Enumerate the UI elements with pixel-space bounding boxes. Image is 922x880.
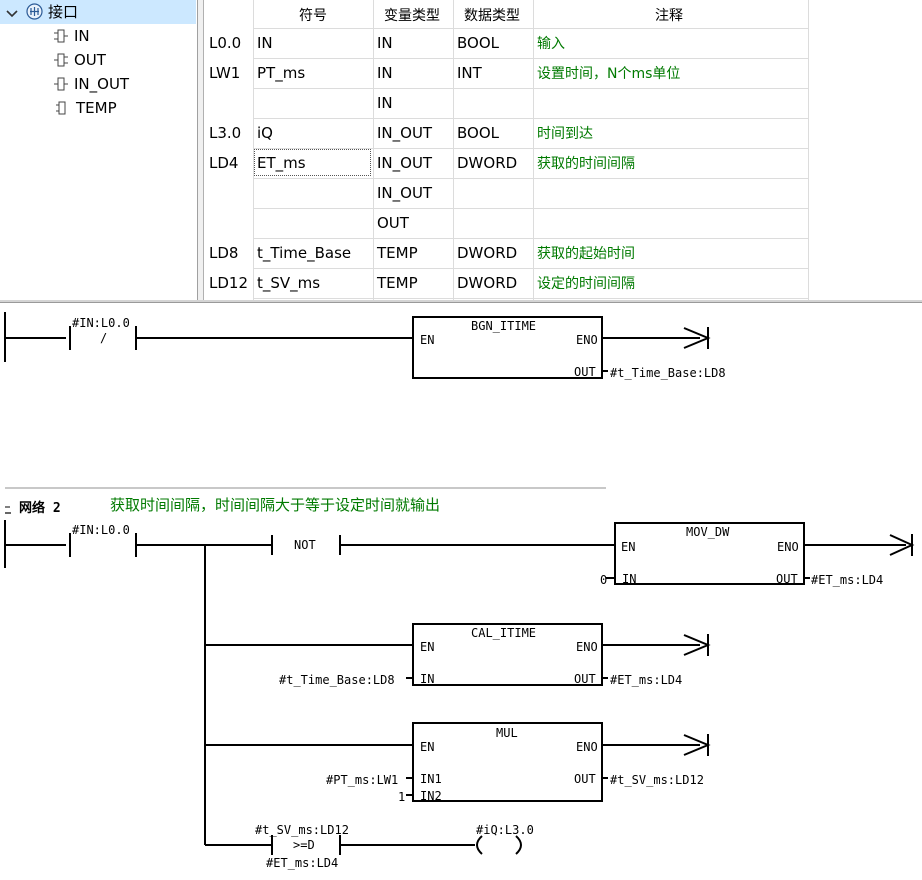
- bgn-itime-eno: ENO: [576, 333, 598, 347]
- bgn-itime-out: OUT: [574, 365, 596, 379]
- mov-dw-en: EN: [621, 540, 636, 554]
- mov-dw-eno: ENO: [777, 540, 799, 554]
- network-2-comment[interactable]: 获取时间间隔，时间间隔大于等于设定时间就输出: [110, 494, 440, 515]
- bgn-itime-en: EN: [420, 333, 435, 347]
- bgn-itime-out-label[interactable]: #t_Time_Base:LD8: [610, 366, 726, 380]
- mul-in1-label[interactable]: #PT_ms:LW1: [326, 773, 398, 787]
- n1-contact-not-mark: /: [100, 331, 108, 345]
- mov-dw-title: MOV_DW: [686, 525, 730, 539]
- mul-eno: ENO: [576, 740, 598, 754]
- n1-contact-label[interactable]: #IN:L0.0: [72, 316, 130, 330]
- mul-out-label[interactable]: #t_SV_ms:LD12: [610, 773, 704, 787]
- collapse-icon[interactable]: [4, 500, 12, 519]
- compare-top-label[interactable]: #t_SV_ms:LD12: [255, 823, 349, 837]
- mov-dw-out: OUT: [776, 572, 798, 586]
- compare-bottom-label[interactable]: #ET_ms:LD4: [266, 856, 338, 870]
- cal-itime-en: EN: [420, 640, 435, 654]
- mul-en: EN: [420, 740, 435, 754]
- network-2-title[interactable]: 网络 2: [19, 497, 61, 516]
- cal-itime-in-label[interactable]: #t_Time_Base:LD8: [279, 673, 395, 687]
- cal-itime-in: IN: [420, 672, 435, 686]
- mul-title: MUL: [496, 726, 518, 740]
- mov-dw-in-label[interactable]: 0: [600, 573, 607, 587]
- cal-itime-title: CAL_ITIME: [471, 626, 537, 640]
- not-contact-label[interactable]: NOT: [294, 538, 316, 552]
- cal-itime-out-label[interactable]: #ET_ms:LD4: [610, 673, 682, 687]
- cal-itime-eno: ENO: [576, 640, 598, 654]
- bgn-itime-title: BGN_ITIME: [471, 319, 537, 333]
- mov-dw-out-label[interactable]: #ET_ms:LD4: [811, 573, 883, 587]
- compare-operator: >=D: [293, 838, 315, 852]
- mul-in1: IN1: [420, 772, 442, 786]
- mul-in2-label[interactable]: 1: [398, 790, 405, 804]
- mul-out: OUT: [574, 772, 596, 786]
- n2-contact-label[interactable]: #IN:L0.0: [72, 523, 130, 537]
- coil-label[interactable]: #iQ:L3.0: [476, 823, 534, 837]
- mov-dw-in: IN: [622, 572, 637, 586]
- cal-itime-out: OUT: [574, 672, 596, 686]
- mul-in2: IN2: [420, 789, 442, 803]
